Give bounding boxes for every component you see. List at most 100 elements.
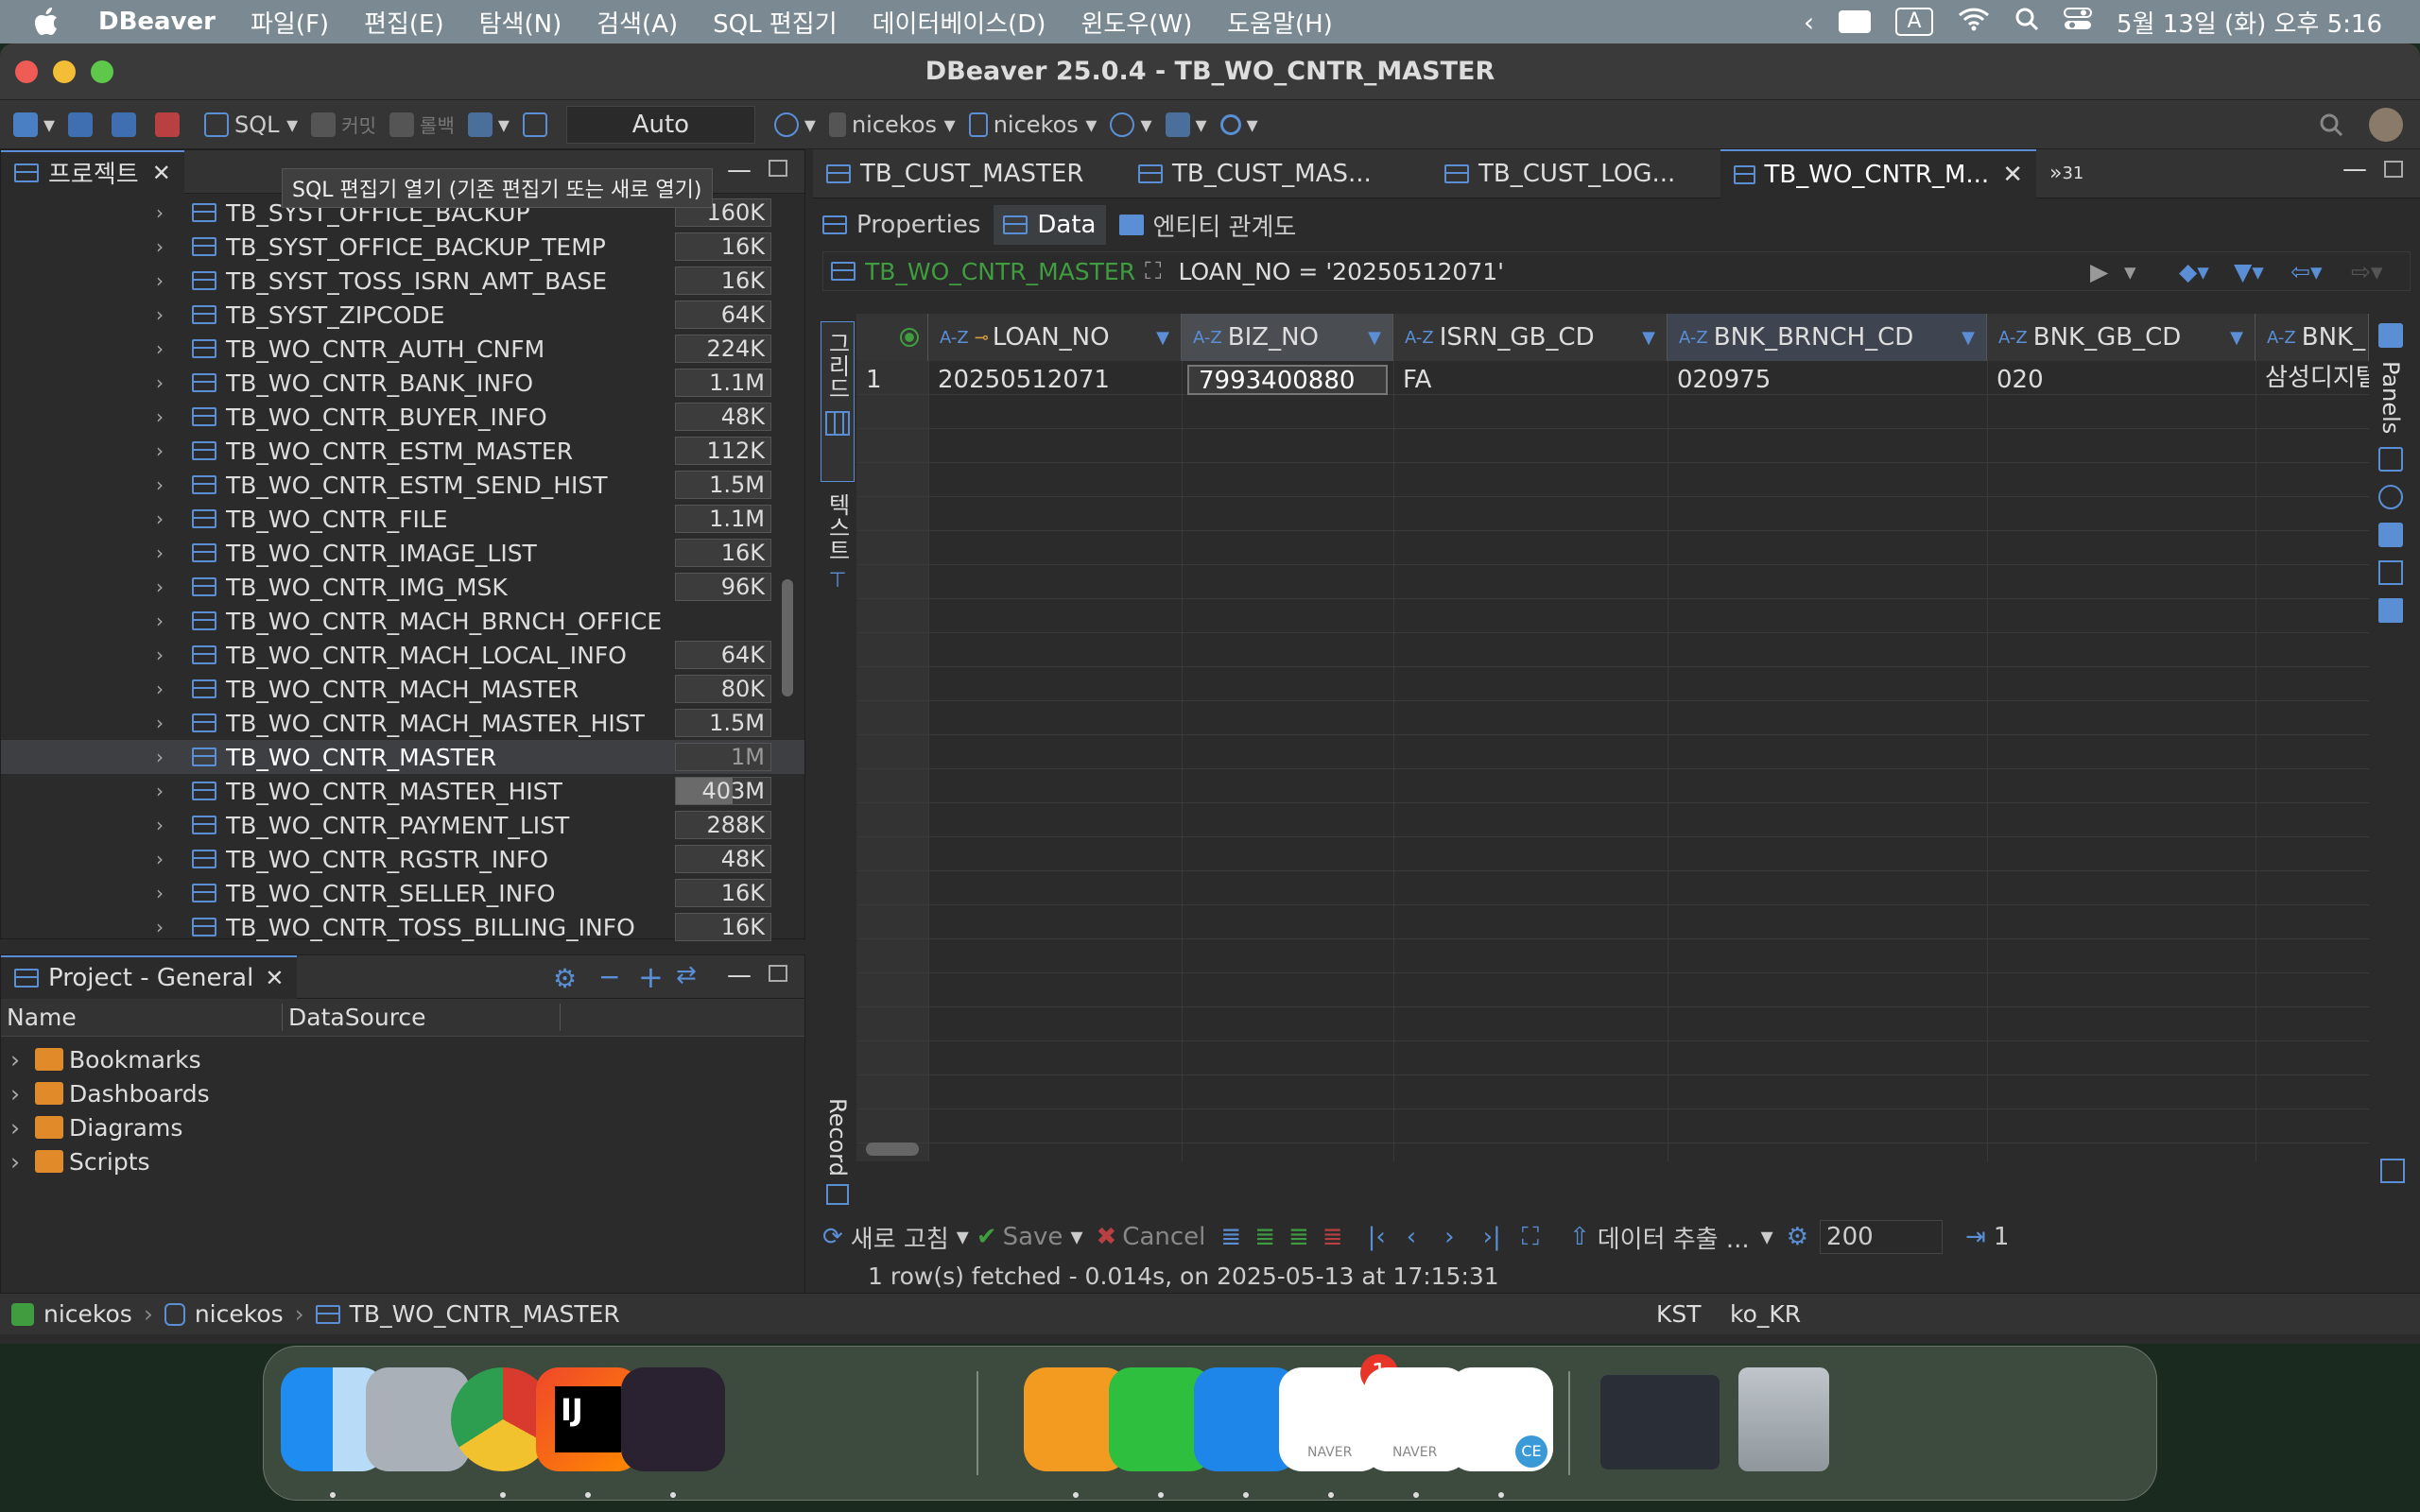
cell-bnk-gb-cd[interactable]: 020 — [1987, 361, 2256, 399]
input-source-indicator[interactable]: A — [1895, 8, 1934, 36]
sort-icon[interactable]: ▼ — [1642, 328, 1655, 348]
chevron-right-icon[interactable]: › — [156, 780, 175, 802]
chevron-right-icon[interactable]: › — [156, 507, 175, 530]
history-button[interactable]: ▾ — [773, 112, 816, 138]
rollback-button[interactable]: 롤백 — [389, 111, 455, 138]
column-header-loan-no[interactable]: A-Z ⊸ LOAN_NO ▼ — [928, 314, 1182, 361]
maximize-icon[interactable] — [2384, 161, 2403, 178]
chevron-right-icon[interactable]: › — [156, 746, 175, 768]
edit-row-icon[interactable]: ≣ — [1220, 1223, 1241, 1251]
close-icon[interactable]: ✕ — [152, 160, 171, 186]
wifi-icon[interactable] — [1958, 7, 1990, 38]
menu-navigate[interactable]: 탐색(N) — [479, 5, 562, 40]
tree-scrollbar[interactable] — [782, 579, 793, 696]
editor-tab[interactable]: TB_CUST_LOG... — [1431, 149, 1720, 198]
tree-item[interactable]: › TB_WO_CNTR_MACH_LOCAL_INFO 64K — [1, 638, 804, 672]
fetch-all-icon[interactable]: ⛶ — [1522, 1223, 1539, 1252]
cancel-button[interactable]: Cancel — [1122, 1223, 1205, 1251]
chevron-right-icon[interactable]: › — [156, 269, 175, 292]
sort-icon[interactable]: ▼ — [2230, 328, 2243, 348]
chevron-right-icon[interactable]: › — [156, 712, 175, 734]
subtab-data[interactable]: Data — [994, 205, 1106, 245]
tree-item[interactable]: › TB_WO_CNTR_IMAGE_LIST 16K — [1, 536, 804, 570]
tree-item[interactable]: › Scripts — [1, 1144, 804, 1178]
close-icon[interactable]: ✕ — [2002, 161, 2023, 189]
panel-grouping-icon[interactable] — [2378, 523, 2403, 548]
sql-editor-button[interactable]: SQL ▾ — [204, 112, 298, 138]
tree-item[interactable]: › TB_WO_CNTR_MACH_MASTER 80K — [1, 672, 804, 706]
tab-project[interactable]: 프로젝트 ✕ — [1, 149, 184, 194]
chevron-right-icon[interactable]: › — [156, 405, 175, 428]
save-button[interactable]: Save — [1003, 1223, 1063, 1251]
menu-database[interactable]: 데이터베이스(D) — [873, 5, 1046, 40]
tree-item[interactable]: › TB_WO_CNTR_TOSS_BILLING_INFO 16K — [1, 910, 804, 944]
cell-biz-no-selected[interactable]: 7993400880 — [1187, 365, 1388, 395]
menu-help[interactable]: 도움말(H) — [1227, 5, 1333, 40]
sort-icon[interactable]: ▼ — [1156, 328, 1169, 348]
prev-page-icon[interactable]: ‹ — [1407, 1223, 1416, 1251]
chevron-right-icon[interactable]: › — [156, 678, 175, 700]
save-dropdown-icon[interactable]: ▾ — [1070, 1223, 1082, 1251]
sort-icon[interactable]: ▼ — [1368, 328, 1381, 348]
maximize-icon[interactable] — [769, 965, 787, 982]
add-icon[interactable]: + — [638, 959, 664, 995]
chevron-right-icon[interactable]: › — [156, 882, 175, 904]
chevron-right-icon[interactable]: › — [156, 541, 175, 564]
perspective-icon[interactable] — [2369, 108, 2403, 142]
tab-project-general[interactable]: Project - General ✕ — [1, 954, 298, 999]
chevron-right-icon[interactable]: › — [156, 576, 175, 598]
cell-loan-no[interactable]: 20250512071 — [928, 361, 1182, 399]
column-header-isrn-gb-cd[interactable]: A-Z ISRN_GB_CD ▼ — [1393, 314, 1668, 361]
collapse-icon[interactable]: − — [598, 961, 620, 992]
editor-tab-active[interactable]: TB_WO_CNTR_M... ✕ — [1720, 148, 2036, 198]
transaction-mode-button[interactable]: ▾ — [467, 112, 510, 138]
tree-item[interactable]: › TB_SYST_OFFICE_BACKUP_TEMP 16K — [1, 230, 804, 264]
column-header-biz-no[interactable]: A-Z BIZ_NO ▼ — [1182, 314, 1393, 361]
tree-item[interactable]: › TB_WO_CNTR_RGSTR_INFO 48K — [1, 842, 804, 876]
refresh-dropdown-icon[interactable]: ▾ — [957, 1223, 969, 1251]
transaction-mode-combo[interactable]: Auto — [565, 105, 755, 144]
panel-calc-icon[interactable] — [2378, 560, 2403, 586]
editor-tab[interactable]: TB_CUST_MAS... — [1125, 149, 1431, 198]
tree-item[interactable]: › Bookmarks — [1, 1042, 804, 1076]
chevron-right-icon[interactable]: › — [156, 644, 175, 666]
tree-item[interactable]: › TB_WO_CNTR_ESTM_SEND_HIST 1.5M — [1, 468, 804, 502]
export-icon[interactable]: ⇧ — [1569, 1223, 1590, 1251]
add-row-icon[interactable]: ≣ — [1254, 1223, 1275, 1251]
filter-icon[interactable]: ▼▾ — [2234, 258, 2264, 285]
global-search-icon[interactable] — [2318, 112, 2344, 144]
tree-item[interactable]: › TB_SYST_TOSS_ISRN_AMT_BASE 16K — [1, 264, 804, 298]
tree-item[interactable]: › TB_SYST_ZIPCODE 64K — [1, 298, 804, 332]
export-dropdown-icon[interactable]: ▾ — [1761, 1223, 1773, 1251]
export-button[interactable]: 데이터 추출 ... — [1598, 1220, 1750, 1255]
menu-window[interactable]: 윈도우(W) — [1080, 5, 1192, 40]
chevron-right-icon[interactable]: › — [156, 235, 175, 258]
chevron-right-icon[interactable]: › — [156, 610, 175, 632]
eraser-icon[interactable]: ◆▾ — [2179, 258, 2209, 285]
panel-metadata-icon[interactable] — [2378, 485, 2403, 510]
column-header-bnk-brnch-cd[interactable]: A-Z BNK_BRNCH_CD ▼ — [1668, 314, 1987, 361]
chevron-right-icon[interactable]: › — [10, 1046, 20, 1074]
menu-sql-editor[interactable]: SQL 편집기 — [713, 5, 837, 40]
menu-app-name[interactable]: DBeaver — [98, 8, 216, 36]
back-icon[interactable]: ⇦▾ — [2290, 258, 2323, 285]
timezone-label[interactable]: KST — [1656, 1300, 1702, 1328]
panel-restore-icon[interactable] — [2380, 1159, 2405, 1183]
chevron-right-icon[interactable]: › — [10, 1148, 20, 1176]
panels-icon[interactable] — [2378, 323, 2403, 348]
settings-icon[interactable]: ⚙ — [1787, 1223, 1808, 1251]
menu-file[interactable]: 파일(F) — [251, 5, 329, 40]
tree-item[interactable]: › TB_WO_CNTR_FILE 1.1M — [1, 502, 804, 536]
chevron-right-icon[interactable]: › — [156, 201, 175, 224]
chevron-right-icon[interactable]: › — [156, 814, 175, 836]
zoom-window-button[interactable] — [91, 60, 113, 83]
chevron-right-icon[interactable]: › — [156, 439, 175, 462]
filter-table-name[interactable]: TB_WO_CNTR_MASTER — [865, 258, 1145, 285]
tree-item[interactable]: › TB_WO_CNTR_BANK_INFO 1.1M — [1, 366, 804, 400]
filter-history-icon[interactable]: ▾ — [2124, 258, 2136, 285]
reconnect-button[interactable] — [112, 112, 142, 137]
connect-button[interactable] — [68, 112, 98, 137]
tree-item-selected[interactable]: › TB_WO_CNTR_MASTER 1M — [1, 740, 804, 774]
filter-input[interactable]: LOAN_NO = '20250512071' — [1179, 258, 1505, 285]
horizontal-scrollbar[interactable] — [866, 1143, 919, 1156]
